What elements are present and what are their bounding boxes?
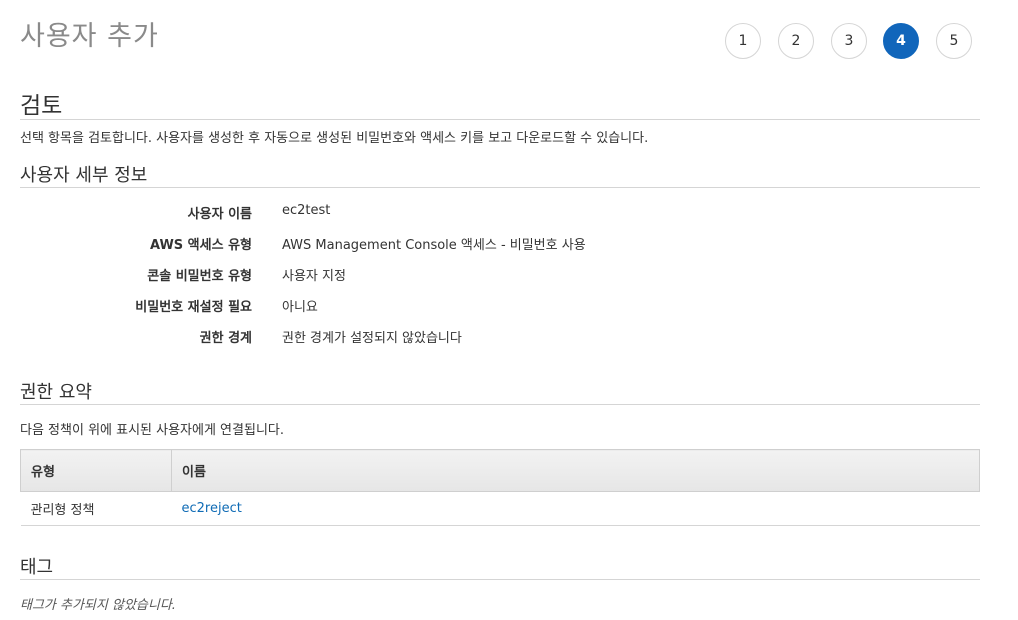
user-details-heading: 사용자 세부 정보 [20, 161, 980, 188]
tags-empty-message: 태그가 추가되지 않았습니다. [20, 598, 176, 613]
detail-value: ec2test [282, 203, 331, 218]
policy-name-cell: ec2reject [171, 491, 980, 526]
detail-value: 아니요 [282, 300, 318, 315]
column-header-name: 이름 [171, 449, 980, 492]
review-description: 선택 항목을 검토합니다. 사용자를 생성한 후 자동으로 생성된 비밀번호와 … [20, 131, 649, 146]
detail-row-username: 사용자 이름 ec2test [0, 200, 700, 231]
permissions-table: 유형 이름 관리형 정책 ec2reject [20, 449, 980, 526]
step-4-current[interactable]: 4 [883, 23, 919, 59]
detail-row-password-type: 콘솔 비밀번호 유형 사용자 지정 [0, 262, 700, 293]
review-heading: 검토 [20, 86, 980, 120]
table-header-row: 유형 이름 [20, 449, 980, 492]
detail-value: 사용자 지정 [282, 269, 346, 284]
detail-row-access-type: AWS 액세스 유형 AWS Management Console 액세스 - … [0, 231, 700, 262]
user-details-list: 사용자 이름 ec2test AWS 액세스 유형 AWS Management… [0, 200, 700, 355]
detail-value: 권한 경계가 설정되지 않았습니다 [282, 331, 462, 346]
table-row: 관리형 정책 ec2reject [20, 491, 980, 526]
tags-heading: 태그 [20, 553, 980, 580]
page-title: 사용자 추가 [20, 21, 159, 52]
detail-label: 비밀번호 재설정 필요 [135, 300, 252, 315]
step-3[interactable]: 3 [831, 23, 867, 59]
detail-label: 사용자 이름 [187, 207, 252, 222]
permissions-description: 다음 정책이 위에 표시된 사용자에게 연결됩니다. [20, 423, 284, 438]
detail-row-password-reset: 비밀번호 재설정 필요 아니요 [0, 293, 700, 324]
detail-label: AWS 액세스 유형 [149, 238, 252, 253]
detail-label: 콘솔 비밀번호 유형 [147, 269, 252, 284]
policy-type-cell: 관리형 정책 [20, 491, 172, 526]
step-5[interactable]: 5 [936, 23, 972, 59]
policy-link[interactable]: ec2reject [182, 501, 242, 516]
detail-label: 권한 경계 [199, 331, 252, 346]
permissions-summary-heading: 권한 요약 [20, 378, 980, 405]
column-header-type: 유형 [20, 449, 172, 492]
step-1[interactable]: 1 [725, 23, 761, 59]
step-2[interactable]: 2 [778, 23, 814, 59]
detail-row-permissions-boundary: 권한 경계 권한 경계가 설정되지 않았습니다 [0, 324, 700, 355]
detail-value: AWS Management Console 액세스 - 비밀번호 사용 [282, 238, 586, 253]
